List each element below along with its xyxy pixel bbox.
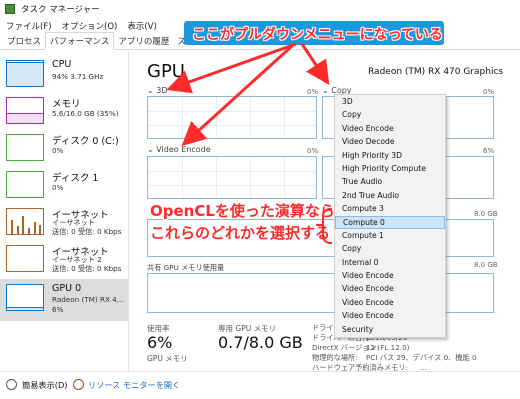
collapse-icon[interactable] bbox=[6, 379, 17, 390]
annotation-note-line1: OpenCLを使った演算なら bbox=[150, 202, 335, 220]
arrow-to-3d-selector bbox=[166, 42, 297, 94]
less-details-link[interactable]: 簡易表示(D) bbox=[22, 379, 67, 391]
annotation-note-line2: これらのどれかを選択する bbox=[150, 224, 331, 242]
annotation-brace bbox=[322, 208, 332, 244]
arrow-to-video-encode-selector bbox=[181, 44, 294, 147]
arrow-to-copy-selector bbox=[300, 43, 330, 85]
annotation-brace-tip bbox=[316, 224, 324, 226]
resource-monitor-icon bbox=[73, 379, 84, 390]
resource-monitor-link[interactable]: リソース モニターを開く bbox=[88, 379, 180, 391]
footer: 簡易表示(D) リソース モニターを開く bbox=[0, 371, 520, 399]
